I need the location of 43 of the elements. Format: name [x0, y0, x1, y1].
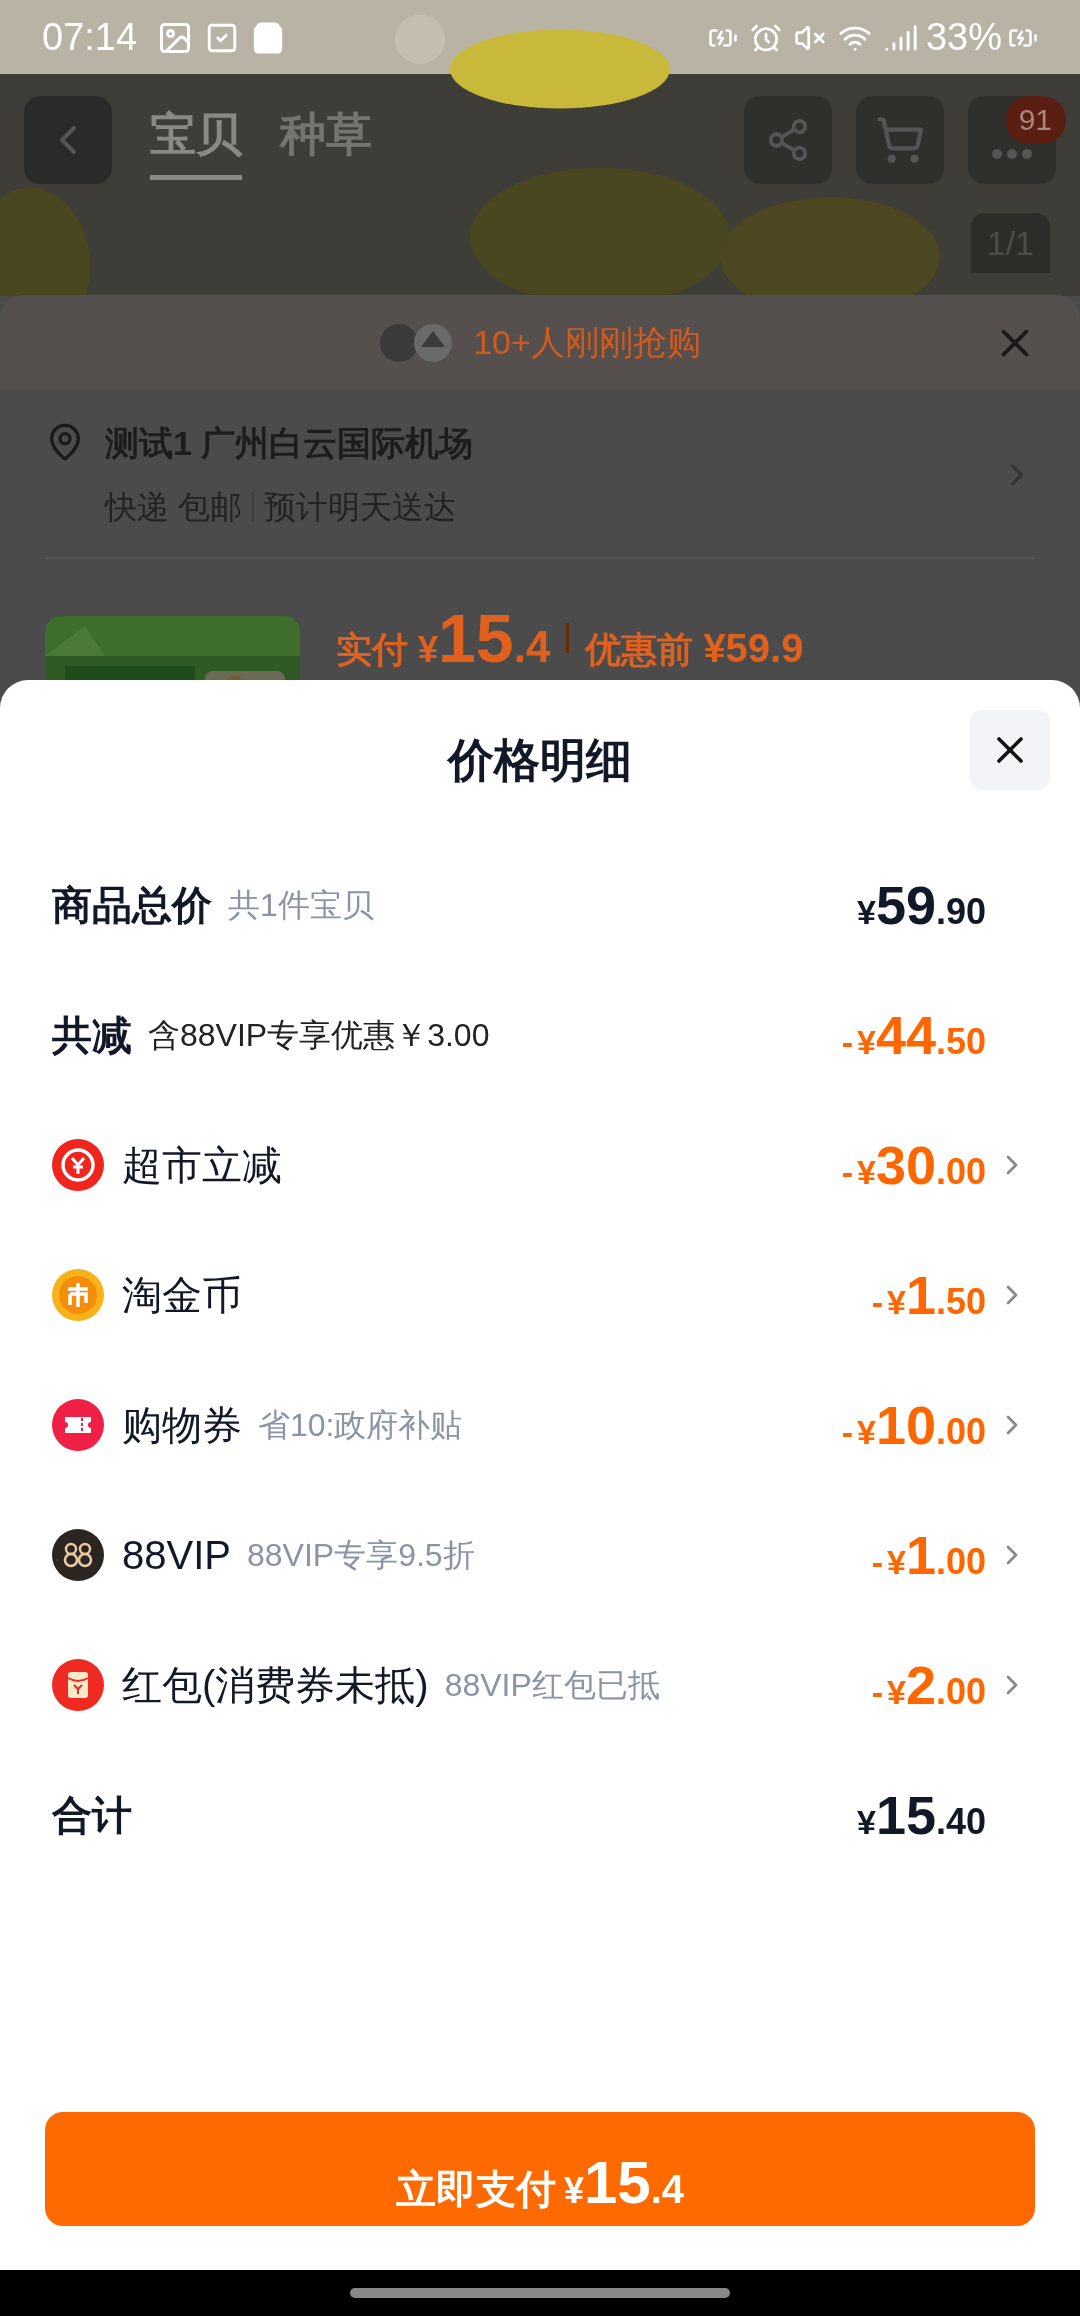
row-note: 88VIP专享9.5折 — [246, 1536, 475, 1575]
status-time: 07:14 — [42, 15, 138, 60]
close-button[interactable] — [970, 710, 1050, 790]
row-label: 商品总价 — [52, 882, 212, 929]
row-label: 共减 — [52, 1012, 132, 1059]
coin-icon — [52, 1269, 104, 1321]
paid-label: 实付 — [336, 628, 408, 672]
row-label: 淘金币 — [122, 1272, 242, 1319]
row-note: 省10:政府补贴 — [258, 1406, 463, 1445]
row-label: 88VIP — [122, 1532, 231, 1579]
paid-price: ¥15.4 — [418, 599, 551, 678]
row-label: 红包(消费券未抵) — [122, 1662, 429, 1709]
pay-button[interactable]: 立即支付 ¥15.4 — [45, 2112, 1035, 2226]
row-label: 超市立减 — [122, 1142, 282, 1189]
row-amount: -¥1.50 — [871, 1263, 986, 1327]
row-note: 88VIP红包已抵 — [444, 1666, 660, 1705]
pay-price: ¥15.4 — [563, 2148, 685, 2218]
battery-percent: 33% — [925, 15, 1002, 60]
row-amount: -¥44.50 — [841, 1003, 986, 1067]
row-label: 合计 — [52, 1792, 132, 1839]
row-amount: -¥2.00 — [871, 1653, 986, 1717]
cart-icon — [875, 115, 925, 165]
row-amount: ¥15.40 — [856, 1783, 986, 1847]
row-amount: -¥10.00 — [841, 1393, 986, 1457]
sheet-title: 价格明细 — [448, 732, 632, 788]
share-button[interactable] — [744, 96, 832, 184]
row-note: 含88VIP专享优惠￥3.00 — [148, 1016, 490, 1055]
row-amount: ¥59.90 — [856, 873, 986, 937]
original-price: ¥59.9 — [703, 625, 804, 672]
coupon-icon — [52, 1139, 104, 1191]
vip-icon — [52, 1529, 104, 1581]
buyers-note: 10+人刚刚抢购 — [473, 322, 701, 363]
row-amount: -¥1.00 — [871, 1523, 986, 1587]
row-note: 共1件宝贝 — [228, 886, 374, 925]
original-label: 优惠前 — [585, 628, 694, 672]
envelope-icon — [52, 1659, 104, 1711]
tab[interactable]: 宝贝 — [150, 100, 242, 180]
cart-button[interactable] — [856, 96, 944, 184]
tab[interactable]: 种草 — [280, 100, 372, 180]
more-icon — [992, 149, 1032, 159]
row-amount: -¥30.00 — [841, 1133, 986, 1197]
row-label: 购物券 — [122, 1402, 242, 1449]
ticket-icon — [52, 1399, 104, 1451]
